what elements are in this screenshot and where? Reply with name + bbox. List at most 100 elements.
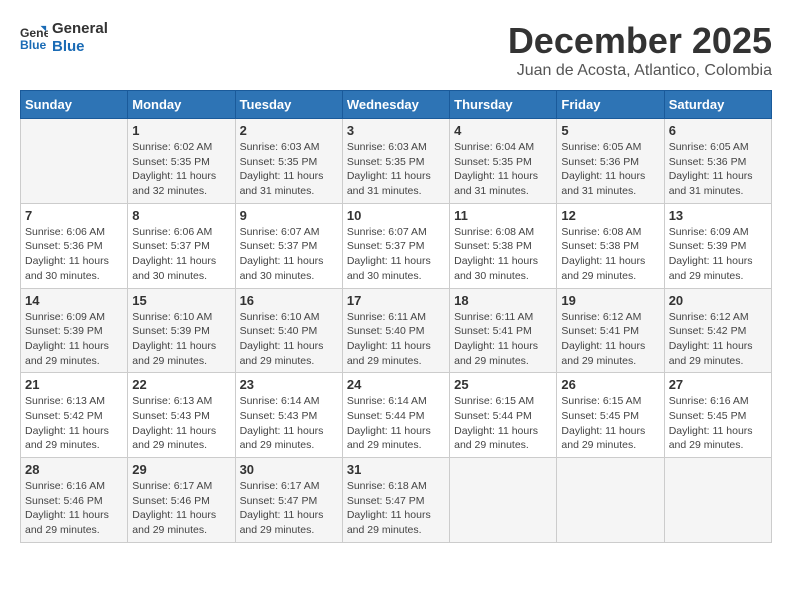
day-info: Sunrise: 6:15 AM Sunset: 5:45 PM Dayligh…	[561, 394, 659, 453]
day-info: Sunrise: 6:15 AM Sunset: 5:44 PM Dayligh…	[454, 394, 552, 453]
calendar-cell	[450, 458, 557, 543]
day-info: Sunrise: 6:07 AM Sunset: 5:37 PM Dayligh…	[240, 225, 338, 284]
day-info: Sunrise: 6:10 AM Sunset: 5:40 PM Dayligh…	[240, 310, 338, 369]
calendar-cell: 20 Sunrise: 6:12 AM Sunset: 5:42 PM Dayli…	[664, 288, 771, 373]
day-info: Sunrise: 6:14 AM Sunset: 5:43 PM Dayligh…	[240, 394, 338, 453]
calendar-cell: 19 Sunrise: 6:12 AM Sunset: 5:41 PM Dayli…	[557, 288, 664, 373]
day-info: Sunrise: 6:08 AM Sunset: 5:38 PM Dayligh…	[561, 225, 659, 284]
calendar-table: SundayMondayTuesdayWednesdayThursdayFrid…	[20, 90, 772, 543]
calendar-cell: 4 Sunrise: 6:04 AM Sunset: 5:35 PM Daylig…	[450, 119, 557, 204]
week-row-4: 21 Sunrise: 6:13 AM Sunset: 5:42 PM Dayli…	[21, 373, 772, 458]
day-number: 10	[347, 208, 445, 223]
header-cell-thursday: Thursday	[450, 91, 557, 119]
day-number: 21	[25, 377, 123, 392]
header-cell-tuesday: Tuesday	[235, 91, 342, 119]
logo-line2: Blue	[52, 38, 108, 56]
week-row-5: 28Sunrise: 6:16 AM Sunset: 5:46 PM Dayli…	[21, 458, 772, 543]
calendar-cell: 13 Sunrise: 6:09 AM Sunset: 5:39 PM Dayli…	[664, 203, 771, 288]
day-number: 20	[669, 293, 767, 308]
day-info: Sunrise: 6:04 AM Sunset: 5:35 PM Dayligh…	[454, 140, 552, 199]
day-number: 19	[561, 293, 659, 308]
day-info: Sunrise: 6:17 AM Sunset: 5:47 PM Dayligh…	[240, 479, 338, 538]
day-number: 26	[561, 377, 659, 392]
day-number: 30	[240, 462, 338, 477]
day-info: Sunrise: 6:05 AM Sunset: 5:36 PM Dayligh…	[669, 140, 767, 199]
day-number: 12	[561, 208, 659, 223]
day-info: Sunrise: 6:08 AM Sunset: 5:38 PM Dayligh…	[454, 225, 552, 284]
calendar-cell: 9 Sunrise: 6:07 AM Sunset: 5:37 PM Daylig…	[235, 203, 342, 288]
day-number: 1	[132, 123, 230, 138]
subtitle: Juan de Acosta, Atlantico, Colombia	[508, 62, 772, 80]
day-number: 5	[561, 123, 659, 138]
calendar-cell: 24Sunrise: 6:14 AM Sunset: 5:44 PM Dayli…	[342, 373, 449, 458]
day-info: Sunrise: 6:10 AM Sunset: 5:39 PM Dayligh…	[132, 310, 230, 369]
day-info: Sunrise: 6:17 AM Sunset: 5:46 PM Dayligh…	[132, 479, 230, 538]
day-number: 22	[132, 377, 230, 392]
day-info: Sunrise: 6:09 AM Sunset: 5:39 PM Dayligh…	[669, 225, 767, 284]
day-number: 23	[240, 377, 338, 392]
calendar-cell: 15 Sunrise: 6:10 AM Sunset: 5:39 PM Dayli…	[128, 288, 235, 373]
day-number: 15	[132, 293, 230, 308]
day-info: Sunrise: 6:03 AM Sunset: 5:35 PM Dayligh…	[240, 140, 338, 199]
calendar-cell: 6 Sunrise: 6:05 AM Sunset: 5:36 PM Daylig…	[664, 119, 771, 204]
calendar-cell: 3 Sunrise: 6:03 AM Sunset: 5:35 PM Daylig…	[342, 119, 449, 204]
day-info: Sunrise: 6:18 AM Sunset: 5:47 PM Dayligh…	[347, 479, 445, 538]
day-number: 27	[669, 377, 767, 392]
header-cell-sunday: Sunday	[21, 91, 128, 119]
day-number: 4	[454, 123, 552, 138]
calendar-cell: 16 Sunrise: 6:10 AM Sunset: 5:40 PM Dayli…	[235, 288, 342, 373]
svg-text:Blue: Blue	[20, 38, 47, 52]
day-number: 6	[669, 123, 767, 138]
day-info: Sunrise: 6:06 AM Sunset: 5:36 PM Dayligh…	[25, 225, 123, 284]
day-info: Sunrise: 6:06 AM Sunset: 5:37 PM Dayligh…	[132, 225, 230, 284]
day-number: 8	[132, 208, 230, 223]
calendar-cell: 29Sunrise: 6:17 AM Sunset: 5:46 PM Dayli…	[128, 458, 235, 543]
calendar-cell: 27 Sunrise: 6:16 AM Sunset: 5:45 PM Dayli…	[664, 373, 771, 458]
day-info: Sunrise: 6:03 AM Sunset: 5:35 PM Dayligh…	[347, 140, 445, 199]
header-cell-wednesday: Wednesday	[342, 91, 449, 119]
calendar-cell: 8 Sunrise: 6:06 AM Sunset: 5:37 PM Daylig…	[128, 203, 235, 288]
day-info: Sunrise: 6:11 AM Sunset: 5:41 PM Dayligh…	[454, 310, 552, 369]
day-number: 16	[240, 293, 338, 308]
day-number: 3	[347, 123, 445, 138]
calendar-cell: 30 Sunrise: 6:17 AM Sunset: 5:47 PM Dayli…	[235, 458, 342, 543]
calendar-cell: 17 Sunrise: 6:11 AM Sunset: 5:40 PM Dayli…	[342, 288, 449, 373]
day-number: 31	[347, 462, 445, 477]
day-number: 9	[240, 208, 338, 223]
logo-icon: General Blue	[20, 24, 48, 52]
calendar-cell: 28Sunrise: 6:16 AM Sunset: 5:46 PM Dayli…	[21, 458, 128, 543]
day-number: 14	[25, 293, 123, 308]
calendar-cell: 25Sunrise: 6:15 AM Sunset: 5:44 PM Dayli…	[450, 373, 557, 458]
calendar-cell: 22 Sunrise: 6:13 AM Sunset: 5:43 PM Dayli…	[128, 373, 235, 458]
calendar-cell	[21, 119, 128, 204]
calendar-cell: 26 Sunrise: 6:15 AM Sunset: 5:45 PM Dayli…	[557, 373, 664, 458]
day-info: Sunrise: 6:13 AM Sunset: 5:42 PM Dayligh…	[25, 394, 123, 453]
day-number: 18	[454, 293, 552, 308]
header-cell-monday: Monday	[128, 91, 235, 119]
day-info: Sunrise: 6:12 AM Sunset: 5:41 PM Dayligh…	[561, 310, 659, 369]
calendar-cell: 7 Sunrise: 6:06 AM Sunset: 5:36 PM Daylig…	[21, 203, 128, 288]
day-info: Sunrise: 6:11 AM Sunset: 5:40 PM Dayligh…	[347, 310, 445, 369]
page-header: General Blue General Blue December 2025 …	[20, 20, 772, 80]
day-info: Sunrise: 6:16 AM Sunset: 5:46 PM Dayligh…	[25, 479, 123, 538]
calendar-cell: 31 Sunrise: 6:18 AM Sunset: 5:47 PM Dayli…	[342, 458, 449, 543]
calendar-cell: 21 Sunrise: 6:13 AM Sunset: 5:42 PM Dayli…	[21, 373, 128, 458]
day-info: Sunrise: 6:16 AM Sunset: 5:45 PM Dayligh…	[669, 394, 767, 453]
day-info: Sunrise: 6:09 AM Sunset: 5:39 PM Dayligh…	[25, 310, 123, 369]
day-number: 13	[669, 208, 767, 223]
week-row-3: 14 Sunrise: 6:09 AM Sunset: 5:39 PM Dayli…	[21, 288, 772, 373]
day-number: 7	[25, 208, 123, 223]
day-number: 11	[454, 208, 552, 223]
calendar-cell: 23 Sunrise: 6:14 AM Sunset: 5:43 PM Dayli…	[235, 373, 342, 458]
calendar-cell: 10 Sunrise: 6:07 AM Sunset: 5:37 PM Dayli…	[342, 203, 449, 288]
day-number: 17	[347, 293, 445, 308]
day-info: Sunrise: 6:12 AM Sunset: 5:42 PM Dayligh…	[669, 310, 767, 369]
day-info: Sunrise: 6:07 AM Sunset: 5:37 PM Dayligh…	[347, 225, 445, 284]
day-number: 2	[240, 123, 338, 138]
logo: General Blue General Blue	[20, 20, 108, 56]
header-cell-friday: Friday	[557, 91, 664, 119]
calendar-cell: 1Sunrise: 6:02 AM Sunset: 5:35 PM Daylig…	[128, 119, 235, 204]
header-cell-saturday: Saturday	[664, 91, 771, 119]
day-info: Sunrise: 6:13 AM Sunset: 5:43 PM Dayligh…	[132, 394, 230, 453]
calendar-cell: 18 Sunrise: 6:11 AM Sunset: 5:41 PM Dayli…	[450, 288, 557, 373]
